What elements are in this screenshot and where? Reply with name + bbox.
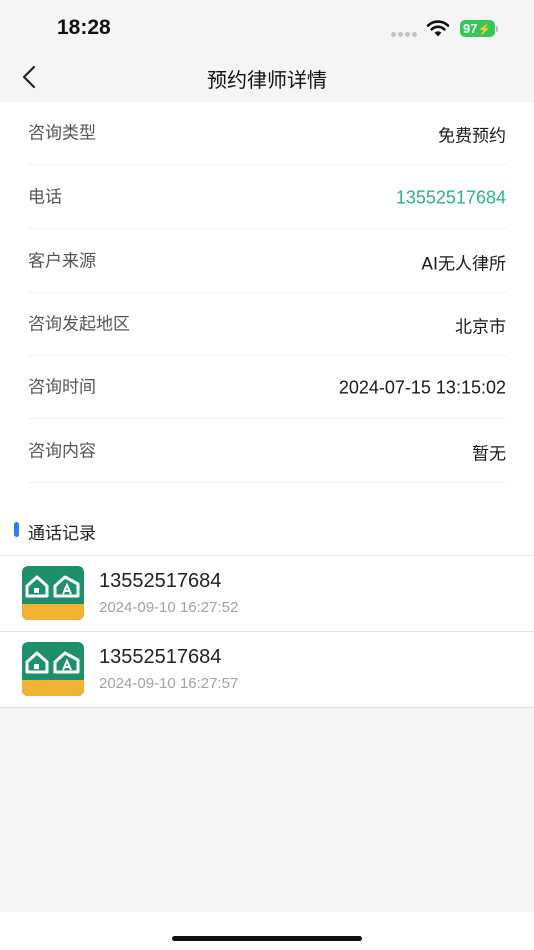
home-indicator-area xyxy=(0,912,534,950)
section-accent-bar xyxy=(14,522,19,537)
battery-icon: 97⚡ xyxy=(460,20,495,37)
detail-value: 免费预约 xyxy=(438,126,506,146)
detail-value: 北京市 xyxy=(455,317,506,337)
detail-label: 咨询发起地区 xyxy=(28,314,130,334)
detail-row-source: 客户来源 AI无人律所 xyxy=(0,230,534,293)
detail-label: 客户来源 xyxy=(28,251,96,271)
detail-row-consult-type: 咨询类型 免费预约 xyxy=(0,102,534,165)
nav-bar: 预约律师详情 xyxy=(0,52,534,102)
detail-label: 咨询内容 xyxy=(28,441,96,461)
status-bar: 18:28 97⚡ xyxy=(0,0,534,52)
battery-level: 97 xyxy=(463,21,478,36)
battery-cap xyxy=(496,26,498,32)
call-record-item[interactable]: 13552517684 2024-09-10 16:27:57 xyxy=(0,632,534,708)
app-logo-icon xyxy=(22,566,84,620)
detail-label: 电话 xyxy=(28,187,62,207)
divider xyxy=(28,418,506,419)
detail-card: 咨询类型 免费预约 电话 13552517684 客户来源 AI无人律所 咨询发… xyxy=(0,102,534,505)
call-records-header: 通话记录 xyxy=(0,505,534,555)
detail-value: 2024-07-15 13:15:02 xyxy=(338,377,506,397)
cellular-signal-icon xyxy=(391,32,419,38)
divider xyxy=(28,228,506,229)
detail-value: AI无人律所 xyxy=(421,254,506,274)
detail-row-phone: 电话 13552517684 xyxy=(0,166,534,229)
page-title: 预约律师详情 xyxy=(207,68,327,92)
detail-value: 暂无 xyxy=(472,444,506,464)
wifi-icon xyxy=(426,20,450,37)
app-logo-icon xyxy=(22,642,84,696)
call-number: 13552517684 xyxy=(99,570,222,592)
detail-row-time: 咨询时间 2024-07-15 13:15:02 xyxy=(0,356,534,419)
call-time: 2024-09-10 16:27:57 xyxy=(99,675,239,692)
detail-label: 咨询时间 xyxy=(28,377,96,397)
call-record-list: 13552517684 2024-09-10 16:27:52 13552517… xyxy=(0,556,534,708)
detail-label: 咨询类型 xyxy=(28,123,96,143)
call-record-item[interactable]: 13552517684 2024-09-10 16:27:52 xyxy=(0,556,534,632)
phone-link[interactable]: 13552517684 xyxy=(396,187,506,208)
section-title: 通话记录 xyxy=(28,524,96,544)
call-time: 2024-09-10 16:27:52 xyxy=(99,599,239,616)
divider xyxy=(28,482,506,483)
status-time: 18:28 xyxy=(57,16,111,39)
divider xyxy=(28,164,506,165)
home-indicator[interactable] xyxy=(172,936,362,941)
detail-row-region: 咨询发起地区 北京市 xyxy=(0,293,534,356)
call-number: 13552517684 xyxy=(99,646,222,668)
detail-row-content: 咨询内容 暂无 xyxy=(0,420,534,483)
